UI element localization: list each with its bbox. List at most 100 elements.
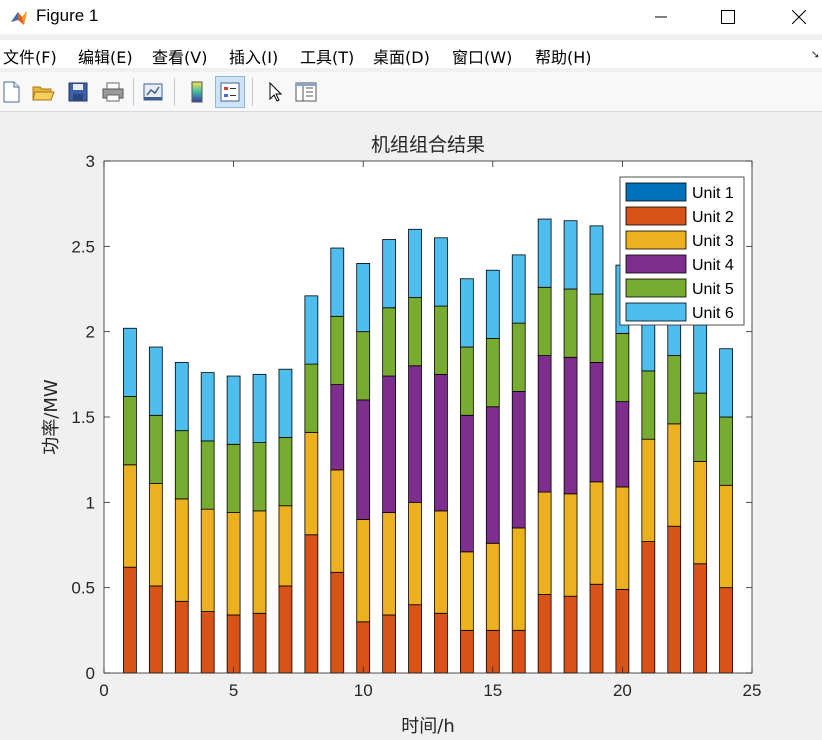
toolbar-separator: [133, 78, 134, 106]
title-bar[interactable]: Figure 1: [0, 0, 822, 34]
menu-tools[interactable]: 工具(T): [300, 44, 354, 68]
bar-segment: [511, 527, 526, 631]
colorbar-button[interactable]: [182, 76, 212, 108]
bar-segment: [278, 368, 293, 438]
bar-segment: [174, 430, 189, 500]
open-file-icon: [32, 86, 55, 101]
legend-swatch: [625, 302, 687, 322]
figure-window: Figure 1 文件(F) 编辑(E) 查看(V) 插入(I) 工具(T) 桌…: [0, 0, 822, 740]
chart-title: 机组组合结果: [371, 134, 485, 156]
x-tick-label: 25: [743, 681, 762, 700]
bar-segment: [537, 286, 552, 356]
bar-segment: [485, 338, 500, 408]
bar-segment: [719, 416, 733, 486]
window-title: Figure 1: [36, 6, 99, 25]
bar-segment: [615, 332, 630, 403]
menu-view[interactable]: 查看(V): [152, 44, 207, 68]
legend-icon: [220, 82, 240, 102]
y-tick-label: 3: [86, 152, 95, 171]
menu-desktop[interactable]: 桌面(D): [373, 44, 430, 68]
close-button[interactable]: [776, 0, 822, 34]
save-icon: [68, 82, 88, 102]
bar-segment: [511, 254, 526, 324]
bar-segment: [641, 370, 656, 440]
bar-segment: [148, 483, 163, 587]
bar-segment: [408, 228, 422, 298]
bar-segment: [330, 247, 345, 317]
print-button[interactable]: [98, 76, 128, 108]
bar-segment: [356, 262, 371, 333]
maximize-button[interactable]: [705, 0, 751, 34]
bar-segment: [356, 621, 371, 674]
menu-file[interactable]: 文件(F): [3, 44, 57, 68]
y-tick-label: 1.5: [71, 408, 95, 427]
bar-segment: [200, 372, 215, 442]
x-tick-label: 0: [99, 681, 108, 700]
save-button[interactable]: [63, 76, 93, 108]
bar-segment: [615, 401, 630, 488]
minimize-icon: [655, 16, 667, 18]
toolbar-separator: [174, 78, 175, 106]
bar-segment: [304, 534, 319, 674]
bar-segment: [226, 512, 241, 616]
bar-segment: [589, 225, 604, 295]
bar-segment: [485, 406, 500, 544]
colorbar-icon: [191, 81, 203, 103]
bar-segment: [382, 375, 397, 513]
menu-window[interactable]: 窗口(W): [452, 44, 512, 68]
legend-button[interactable]: [215, 76, 245, 108]
bar-segment: [304, 363, 319, 433]
menu-help[interactable]: 帮助(H): [535, 44, 592, 68]
bar-segment: [719, 348, 733, 418]
bar-segment: [123, 464, 137, 568]
x-tick-label: 15: [483, 681, 502, 700]
bar-segment: [511, 390, 526, 529]
y-tick-label: 2: [86, 323, 95, 342]
figure-toolbar: [0, 72, 822, 112]
x-tick-label: 5: [229, 681, 238, 700]
property-inspector-button[interactable]: [291, 76, 321, 108]
y-tick-label: 0.5: [71, 579, 95, 598]
bar-segment: [252, 442, 267, 512]
edit-plot-button[interactable]: [260, 76, 290, 108]
bar-segment: [589, 361, 604, 483]
figure-canvas[interactable]: 0 5 10 15 20 25 0 0.5 1 1.5 2 2.5 3 机组组合结果 时间/h 功率/MW Un…: [0, 113, 822, 740]
bar-segment: [693, 324, 708, 394]
legend-entry: Unit 2: [692, 209, 734, 226]
bar-segment: [434, 237, 448, 307]
bar-segment: [589, 583, 604, 674]
bar-segment: [148, 585, 163, 674]
bar-segment: [356, 518, 371, 623]
link-icon: [143, 83, 163, 101]
matlab-logo-icon: [11, 11, 27, 25]
bar-segment: [459, 278, 474, 348]
link-plot-button[interactable]: [138, 76, 168, 108]
bar-segment: [408, 501, 422, 606]
bar-segment: [382, 307, 397, 377]
bar-segment: [382, 239, 397, 309]
menu-insert[interactable]: 插入(I): [229, 44, 278, 68]
bar-segment: [563, 493, 578, 597]
new-figure-icon: [3, 81, 20, 103]
bar-segment: [641, 438, 656, 542]
bar-segment: [434, 373, 448, 512]
menu-edit[interactable]: 编辑(E): [78, 44, 133, 68]
minimize-button[interactable]: [638, 0, 684, 34]
bar-segment: [174, 498, 189, 602]
x-tick-label: 10: [354, 681, 373, 700]
bar-segment: [200, 611, 215, 674]
legend-swatch: [625, 278, 687, 298]
bar-segment: [408, 604, 422, 674]
bar-segment: [563, 288, 578, 358]
bar-segment: [693, 460, 708, 565]
new-figure-button[interactable]: [0, 76, 26, 108]
bar-segment: [641, 541, 656, 674]
bar-segment: [123, 327, 137, 397]
open-file-button[interactable]: [28, 76, 58, 108]
dock-arrow-icon[interactable]: ➘: [811, 48, 820, 61]
bar-segment: [330, 571, 345, 674]
x-axis-label: 时间/h: [401, 716, 454, 737]
legend-entry: Unit 1: [692, 185, 734, 202]
bar-segment: [123, 566, 137, 674]
bar-segment: [563, 356, 578, 495]
